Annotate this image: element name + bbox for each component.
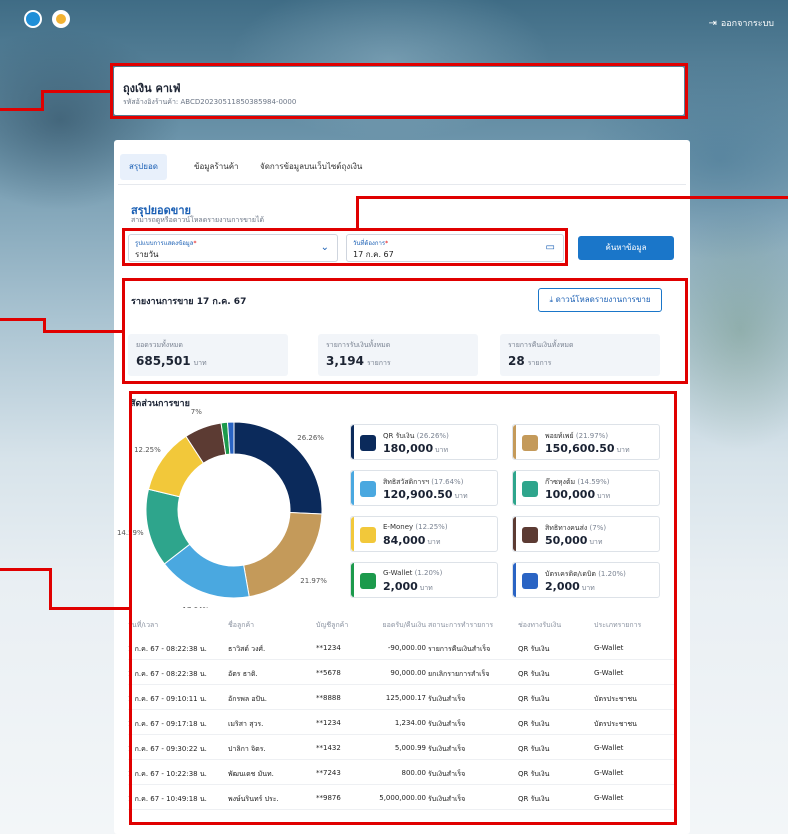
tab-divider [118,184,686,185]
annotation-line [49,607,131,610]
annotation-line [0,318,46,321]
tab-summary[interactable]: สรุปยอด [120,154,167,180]
annotation-line [49,568,52,610]
logout-icon: ⇥ [708,17,717,29]
bank-logo-icon [24,10,42,28]
summary-subtitle: สามารถดูหรือดาวน์โหลดรายงานการขายได้ [131,216,265,224]
search-button[interactable]: ค้นหาข้อมูล [578,236,674,260]
logout-label: ออกจากระบบ [720,19,774,29]
annotation-line [0,108,44,111]
logout-button[interactable]: ⇥ ออกจากระบบ [708,16,774,30]
annotation-box-report [122,278,688,384]
annotation-box-proportion [129,391,677,825]
top-bar: ⇥ ออกจากระบบ [0,0,788,34]
annotation-box-filters [122,228,568,266]
tab-bar: สรุปยอด ข้อมูลร้านค้า จัดการข้อมูลบนเว็บ… [114,154,690,180]
annotation-line [0,568,52,571]
tab-shop-info[interactable]: ข้อมูลร้านค้า [194,154,239,180]
annotation-line [41,90,44,111]
tab-website-management[interactable]: จัดการข้อมูลบนเว็บไซต์ถุงเงิน [260,154,362,180]
annotation-line [41,90,113,93]
annotation-line [43,330,123,333]
thungngern-logo-icon [52,10,70,28]
annotation-line [356,196,359,230]
annotation-line [356,196,788,199]
annotation-box-shop [110,63,688,119]
